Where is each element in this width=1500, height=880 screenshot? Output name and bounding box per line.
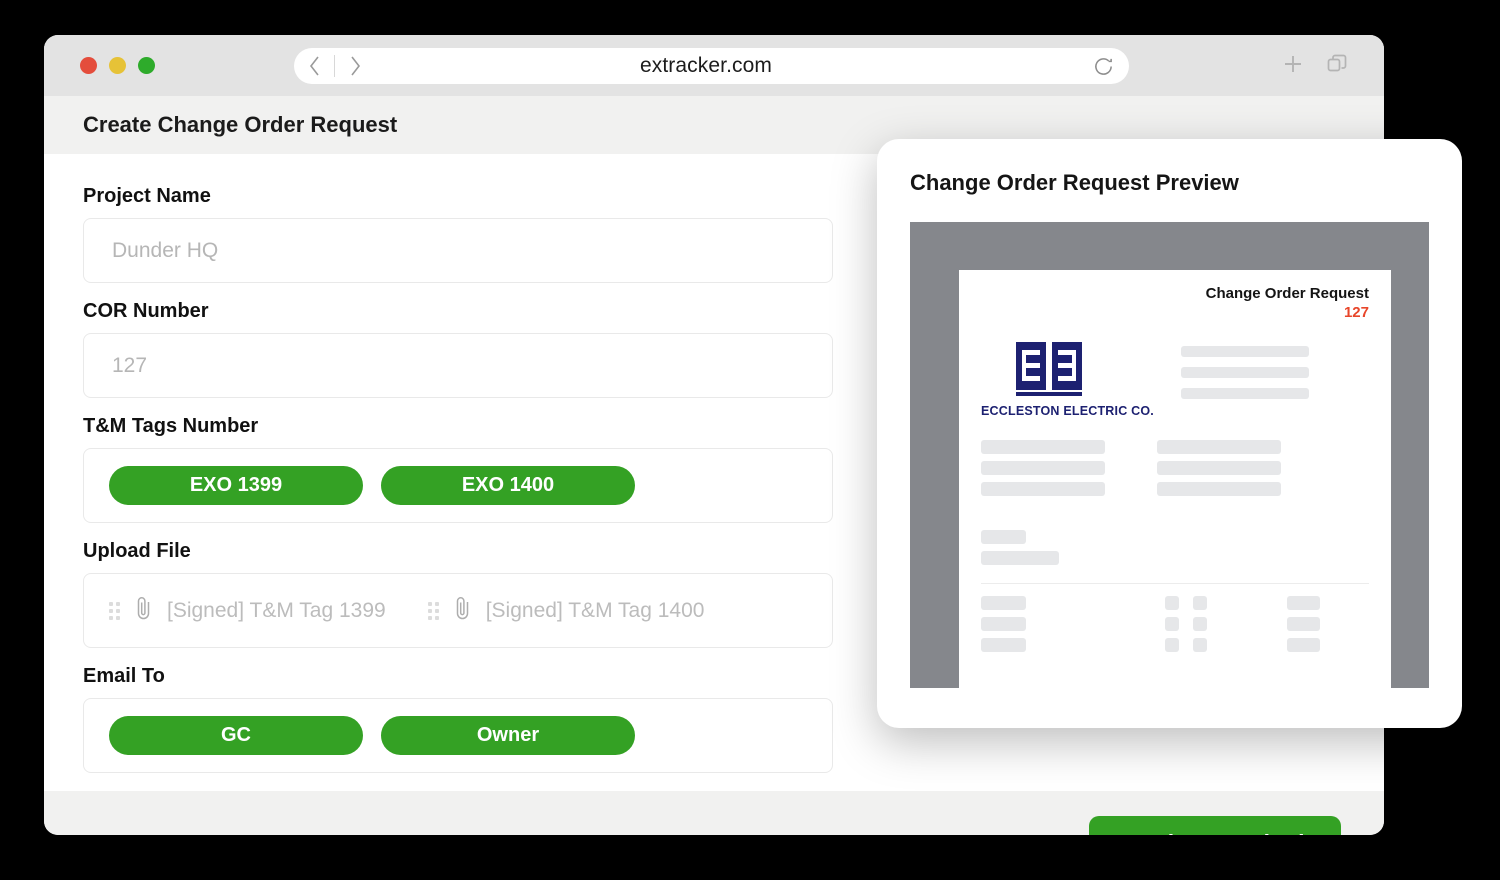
skeleton-cell bbox=[1193, 595, 1207, 610]
preview-card-title: Change Order Request Preview bbox=[910, 170, 1239, 195]
screenshot-root: extracker.com Create Change Order Reques… bbox=[0, 0, 1500, 880]
table-subcolumn bbox=[1193, 595, 1207, 659]
skeleton-bar bbox=[981, 460, 1105, 475]
table-column-quantities bbox=[1165, 595, 1287, 659]
close-window-button[interactable] bbox=[80, 57, 97, 74]
skeleton-bar bbox=[981, 529, 1026, 544]
upload-file-name[interactable]: [Signed] T&M Tag 1400 bbox=[486, 599, 705, 623]
document-detail-column-left bbox=[981, 439, 1105, 503]
document-number: 127 bbox=[1343, 303, 1369, 321]
cor-number-input[interactable]: 127 bbox=[83, 333, 833, 398]
document-logo-row: ECCLESTON ELECTRIC CO. bbox=[981, 341, 1369, 418]
document-midsection-skeleton bbox=[981, 529, 1369, 565]
project-name-placeholder[interactable]: Dunder HQ bbox=[84, 219, 832, 282]
drag-handle-icon[interactable] bbox=[427, 601, 439, 620]
url-text[interactable]: extracker.com bbox=[335, 54, 1077, 78]
paperclip-icon[interactable] bbox=[453, 595, 472, 626]
skeleton-bar bbox=[1181, 345, 1309, 357]
document-detail-columns bbox=[981, 439, 1369, 503]
email-to-box[interactable]: GC Owner bbox=[83, 698, 833, 773]
skeleton-bar bbox=[1157, 481, 1281, 496]
document-divider bbox=[981, 582, 1369, 584]
document-page[interactable]: Change Order Request 127 ECCLESTON ELECT… bbox=[959, 270, 1391, 690]
skeleton-bar bbox=[981, 637, 1026, 652]
browser-titlebar: extracker.com bbox=[44, 35, 1384, 96]
tm-tags-box[interactable]: EXO 1399 EXO 1400 bbox=[83, 448, 833, 523]
table-column-amount bbox=[1287, 595, 1320, 659]
preview-and-submit-button[interactable]: Preview & Submit bbox=[1089, 816, 1341, 835]
email-to-pill-row: GC Owner bbox=[84, 699, 832, 772]
upload-file-item[interactable]: [Signed] T&M Tag 1399 bbox=[109, 595, 386, 626]
skeleton-bar bbox=[1181, 366, 1309, 378]
skeleton-bar bbox=[1157, 439, 1281, 454]
table-column-description bbox=[981, 595, 1165, 659]
skeleton-bar bbox=[981, 616, 1026, 631]
skeleton-cell bbox=[1193, 616, 1207, 631]
company-logo-block: ECCLESTON ELECTRIC CO. bbox=[981, 341, 1181, 418]
upload-file-item[interactable]: [Signed] T&M Tag 1400 bbox=[427, 595, 705, 626]
page-title: Create Change Order Request bbox=[83, 112, 398, 137]
minimize-window-button[interactable] bbox=[109, 57, 126, 74]
maximize-window-button[interactable] bbox=[138, 57, 155, 74]
tm-tag-pill[interactable]: EXO 1400 bbox=[381, 466, 635, 505]
tm-tag-pill[interactable]: EXO 1399 bbox=[109, 466, 363, 505]
skeleton-cell bbox=[1193, 637, 1207, 652]
document-title: Change Order Request bbox=[1205, 285, 1369, 302]
skeleton-bar bbox=[1287, 595, 1320, 610]
upload-file-row: [Signed] T&M Tag 1399 [Signed] T&M Tag 1… bbox=[84, 574, 832, 647]
skeleton-bar bbox=[981, 595, 1026, 610]
document-header-skeleton bbox=[1181, 345, 1309, 418]
email-to-pill-gc[interactable]: GC bbox=[109, 716, 363, 755]
paperclip-icon[interactable] bbox=[134, 595, 153, 626]
form-footer: Preview & Submit bbox=[44, 791, 1384, 835]
plus-icon[interactable] bbox=[1282, 53, 1304, 80]
document-header: Change Order Request 127 bbox=[981, 285, 1369, 323]
address-bar[interactable]: extracker.com bbox=[294, 48, 1129, 84]
upload-file-name[interactable]: [Signed] T&M Tag 1399 bbox=[167, 599, 386, 623]
reload-icon[interactable] bbox=[1077, 48, 1129, 84]
document-detail-column-right bbox=[1157, 439, 1281, 503]
skeleton-cell bbox=[1165, 595, 1179, 610]
skeleton-bar bbox=[981, 439, 1105, 454]
tm-tags-pill-row: EXO 1399 EXO 1400 bbox=[84, 449, 832, 522]
window-controls[interactable] bbox=[80, 57, 155, 74]
tabs-icon[interactable] bbox=[1326, 53, 1348, 80]
skeleton-bar bbox=[1181, 387, 1309, 399]
table-subcolumn bbox=[1165, 595, 1179, 659]
change-order-preview-card: Change Order Request Preview Change Orde… bbox=[877, 139, 1462, 728]
email-to-pill-owner[interactable]: Owner bbox=[381, 716, 635, 755]
company-name: ECCLESTON ELECTRIC CO. bbox=[981, 403, 1154, 418]
back-icon[interactable] bbox=[294, 48, 334, 84]
upload-file-box[interactable]: [Signed] T&M Tag 1399 [Signed] T&M Tag 1… bbox=[83, 573, 833, 648]
drag-handle-icon[interactable] bbox=[109, 601, 120, 620]
cor-number-placeholder[interactable]: 127 bbox=[84, 334, 832, 397]
skeleton-cell bbox=[1165, 637, 1179, 652]
document-table-skeleton bbox=[981, 595, 1369, 659]
browser-tab-tools bbox=[1282, 53, 1348, 80]
skeleton-bar bbox=[1287, 616, 1320, 631]
skeleton-bar bbox=[1157, 460, 1281, 475]
project-name-input[interactable]: Dunder HQ bbox=[83, 218, 833, 283]
skeleton-cell bbox=[1165, 616, 1179, 631]
eccleston-e3-logo-icon bbox=[1016, 341, 1082, 396]
skeleton-bar bbox=[981, 550, 1059, 565]
skeleton-bar bbox=[1287, 637, 1320, 652]
document-preview-backdrop: Change Order Request 127 ECCLESTON ELECT… bbox=[910, 222, 1429, 690]
skeleton-bar bbox=[981, 481, 1105, 496]
